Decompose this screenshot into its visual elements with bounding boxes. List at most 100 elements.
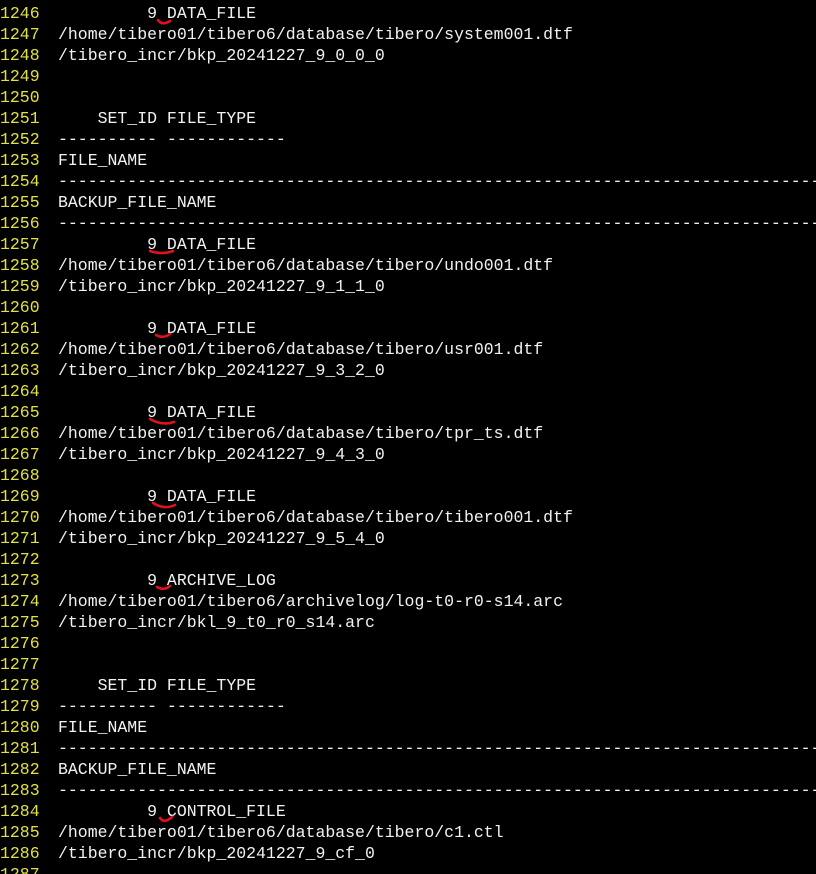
line-text: BACKUP_FILE_NAME (58, 193, 217, 212)
line-number: 1248 (0, 46, 40, 65)
editor-line: 1284 9 CONTROL_FILE (0, 801, 816, 822)
line-number: 1261 (0, 319, 40, 338)
line-number: 1260 (0, 298, 40, 317)
line-number: 1266 (0, 424, 40, 443)
line-number: 1279 (0, 697, 40, 716)
line-text: /home/tibero01/tibero6/database/tibero/c… (58, 823, 504, 842)
editor-line: 1249 (0, 66, 816, 87)
editor-line: 1262/home/tibero01/tibero6/database/tibe… (0, 339, 816, 360)
line-text: BACKUP_FILE_NAME (58, 760, 217, 779)
line-number: 1285 (0, 823, 40, 842)
line-text: 9 DATA_FILE (58, 403, 257, 422)
line-number: 1258 (0, 256, 40, 275)
line-number: 1278 (0, 676, 40, 695)
editor-line: 1259/tibero_incr/bkp_20241227_9_1_1_0 (0, 276, 816, 297)
editor-line: 1258/home/tibero01/tibero6/database/tibe… (0, 255, 816, 276)
line-number: 1276 (0, 634, 40, 653)
editor-line: 1279 ---------- ------------ (0, 696, 816, 717)
editor-line: 1273 9 ARCHIVE_LOG (0, 570, 816, 591)
line-number: 1252 (0, 130, 40, 149)
line-text: ----------------------------------------… (58, 172, 816, 191)
line-text: 9 CONTROL_FILE (58, 802, 286, 821)
editor-lines: 1246 9 DATA_FILE 1247/home/tibero01/tiber… (0, 3, 816, 874)
line-text: /home/tibero01/tibero6/database/tibero/s… (58, 25, 573, 44)
line-text: /home/tibero01/tibero6/archivelog/log-t0… (58, 592, 563, 611)
line-number: 1247 (0, 25, 40, 44)
line-text: /tibero_incr/bkp_20241227_9_4_3_0 (58, 445, 385, 464)
editor-line: 1246 9 DATA_FILE (0, 3, 816, 24)
line-number: 1257 (0, 235, 40, 254)
editor-line: 1261 9 DATA_FILE (0, 318, 816, 339)
editor-line: 1270/home/tibero01/tibero6/database/tibe… (0, 507, 816, 528)
editor-line: 1260 (0, 297, 816, 318)
editor-line: 1271/tibero_incr/bkp_20241227_9_5_4_0 (0, 528, 816, 549)
line-number: 1249 (0, 67, 40, 86)
line-text: ----------------------------------------… (58, 214, 816, 233)
line-text: /tibero_incr/bkp_20241227_9_3_2_0 (58, 361, 385, 380)
line-text: /tibero_incr/bkp_20241227_9_0_0_0 (58, 46, 385, 65)
editor-line: 1280 FILE_NAME (0, 717, 816, 738)
editor-line: 1278 SET_ID FILE_TYPE (0, 675, 816, 696)
editor-line: 1257 9 DATA_FILE (0, 234, 816, 255)
line-number: 1271 (0, 529, 40, 548)
line-number: 1282 (0, 760, 40, 779)
line-number: 1251 (0, 109, 40, 128)
line-text: /tibero_incr/bkp_20241227_9_cf_0 (58, 844, 375, 863)
editor-line: 1275/tibero_incr/bkl_9_t0_r0_s14.arc (0, 612, 816, 633)
line-number: 1274 (0, 592, 40, 611)
line-number: 1273 (0, 571, 40, 590)
line-text: /home/tibero01/tibero6/database/tibero/t… (58, 508, 573, 527)
line-text: ----------------------------------------… (58, 739, 816, 758)
line-text: /home/tibero01/tibero6/database/tibero/u… (58, 340, 544, 359)
line-number: 1277 (0, 655, 40, 674)
line-text: ----------------------------------------… (58, 781, 816, 800)
line-number: 1272 (0, 550, 40, 569)
editor-line: 1266/home/tibero01/tibero6/database/tibe… (0, 423, 816, 444)
line-number: 1250 (0, 88, 40, 107)
editor-line: 1251 SET_ID FILE_TYPE (0, 108, 816, 129)
editor-line: 1256 ------------------------------------… (0, 213, 816, 234)
editor-line: 1287 (0, 864, 816, 874)
editor-line: 1277 (0, 654, 816, 675)
line-number: 1265 (0, 403, 40, 422)
editor-line: 1268 (0, 465, 816, 486)
line-text: 9 DATA_FILE (58, 4, 257, 23)
line-text: 9 DATA_FILE (58, 235, 257, 254)
editor-line: 1286/tibero_incr/bkp_20241227_9_cf_0 (0, 843, 816, 864)
editor-line: 1263/tibero_incr/bkp_20241227_9_3_2_0 (0, 360, 816, 381)
line-text: 9 ARCHIVE_LOG (58, 571, 276, 590)
line-number: 1281 (0, 739, 40, 758)
line-text: /tibero_incr/bkp_20241227_9_1_1_0 (58, 277, 385, 296)
line-number: 1256 (0, 214, 40, 233)
line-number: 1283 (0, 781, 40, 800)
editor-line: 1267/tibero_incr/bkp_20241227_9_4_3_0 (0, 444, 816, 465)
line-text: /home/tibero01/tibero6/database/tibero/u… (58, 256, 554, 275)
editor-line: 1254 ------------------------------------… (0, 171, 816, 192)
editor-line: 1253 FILE_NAME (0, 150, 816, 171)
line-text: ---------- ------------ (58, 130, 286, 149)
line-number: 1246 (0, 4, 40, 23)
editor-line: 1285/home/tibero01/tibero6/database/tibe… (0, 822, 816, 843)
editor-line: 1247/home/tibero01/tibero6/database/tibe… (0, 24, 816, 45)
editor-line: 1282 BACKUP_FILE_NAME (0, 759, 816, 780)
editor-line: 1252 ---------- ------------ (0, 129, 816, 150)
line-text: /tibero_incr/bkl_9_t0_r0_s14.arc (58, 613, 375, 632)
line-number: 1270 (0, 508, 40, 527)
line-number: 1267 (0, 445, 40, 464)
line-number: 1263 (0, 361, 40, 380)
line-number: 1262 (0, 340, 40, 359)
editor-line: 1281 ------------------------------------… (0, 738, 816, 759)
editor-line: 1265 9 DATA_FILE (0, 402, 816, 423)
terminal-editor[interactable]: 1246 9 DATA_FILE 1247/home/tibero01/tiber… (0, 3, 816, 874)
line-number: 1255 (0, 193, 40, 212)
editor-line: 1250 (0, 87, 816, 108)
line-text: FILE_NAME (58, 718, 148, 737)
editor-line: 1272 (0, 549, 816, 570)
line-text: /tibero_incr/bkp_20241227_9_5_4_0 (58, 529, 385, 548)
line-number: 1284 (0, 802, 40, 821)
line-number: 1275 (0, 613, 40, 632)
line-number: 1269 (0, 487, 40, 506)
editor-line: 1264 (0, 381, 816, 402)
line-text: 9 DATA_FILE (58, 319, 257, 338)
line-number: 1268 (0, 466, 40, 485)
